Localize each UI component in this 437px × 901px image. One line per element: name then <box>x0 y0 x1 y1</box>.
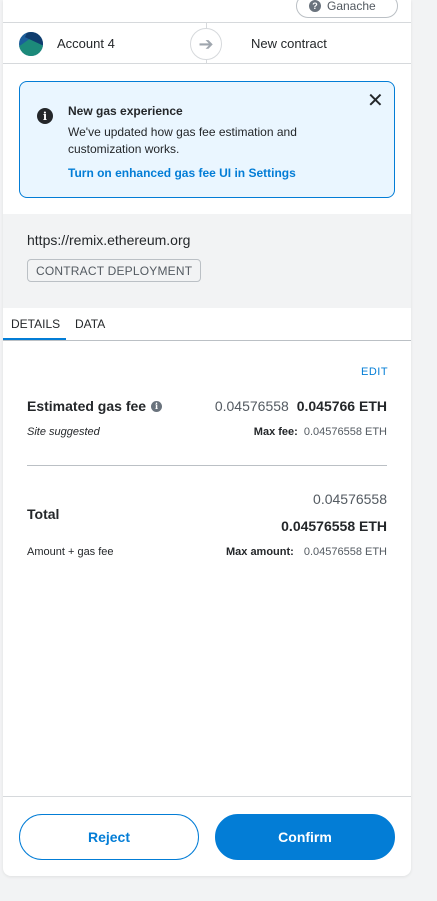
banner-body: We've updated how gas fee estimation and… <box>68 125 297 156</box>
enhanced-gas-settings-link[interactable]: Turn on enhanced gas fee UI in Settings <box>68 166 296 180</box>
active-tab-indicator <box>3 338 66 340</box>
tab-details[interactable]: DETAILS <box>11 317 60 331</box>
confirm-button[interactable]: Confirm <box>215 814 395 860</box>
total-primary: 0.04576558 ETH <box>281 518 387 534</box>
max-amount-label: Max amount: <box>225 546 294 558</box>
detail-tabs: DETAILS DATA <box>3 308 411 341</box>
section-divider <box>27 465 387 466</box>
total-secondary: 0.04576558 <box>313 491 387 507</box>
close-icon[interactable]: ✕ <box>367 91 384 111</box>
origin-url: https://remix.ethereum.org <box>27 232 191 248</box>
max-fee-value: 0.04576558 ETH <box>303 426 387 438</box>
max-fee-row: Max fee: 0.04576558 ETH <box>254 426 387 438</box>
estimated-gas-fee-label: Estimated gas fee i <box>27 398 163 414</box>
site-suggested-label: Site suggested <box>27 426 100 438</box>
confirm-transaction-panel: ? Ganache Account 4 ➔ New contract i New… <box>3 0 411 876</box>
gas-fee-primary: 0.045766 ETH <box>296 398 387 414</box>
action-footer: Reject Confirm <box>3 796 411 876</box>
origin-section: https://remix.ethereum.org CONTRACT DEPL… <box>3 214 411 308</box>
arrow-right-icon: ➔ <box>190 28 222 60</box>
banner-title: New gas experience <box>68 104 183 118</box>
gas-fee-secondary: 0.04576558 <box>214 398 289 414</box>
gas-experience-banner: i New gas experience We've updated how g… <box>19 81 395 198</box>
edit-gas-button[interactable]: EDIT <box>361 366 388 378</box>
network-label: Ganache <box>327 0 376 13</box>
question-icon: ? <box>309 0 321 12</box>
sender-recipient-row: Account 4 ➔ New contract <box>3 22 411 64</box>
network-selector[interactable]: ? Ganache <box>296 0 398 18</box>
info-icon: i <box>37 108 53 124</box>
sender-account-name[interactable]: Account 4 <box>57 36 115 51</box>
tab-data[interactable]: DATA <box>75 317 105 331</box>
recipient-label: New contract <box>251 36 327 51</box>
info-icon[interactable]: i <box>151 400 163 412</box>
reject-button[interactable]: Reject <box>19 814 199 860</box>
total-label: Total <box>27 506 60 522</box>
gas-fee-label-text: Estimated gas fee <box>27 398 147 414</box>
account-avatar <box>19 32 43 56</box>
transaction-type-badge: CONTRACT DEPLOYMENT <box>27 259 202 282</box>
max-amount-row: Max amount: 0.04576558 ETH <box>226 546 387 558</box>
gas-fee-values: 0.04576558 0.045766 ETH <box>215 398 387 414</box>
max-amount-value: 0.04576558 ETH <box>303 546 387 558</box>
amount-gas-label: Amount + gas fee <box>27 546 114 558</box>
max-fee-label: Max fee: <box>253 426 298 438</box>
